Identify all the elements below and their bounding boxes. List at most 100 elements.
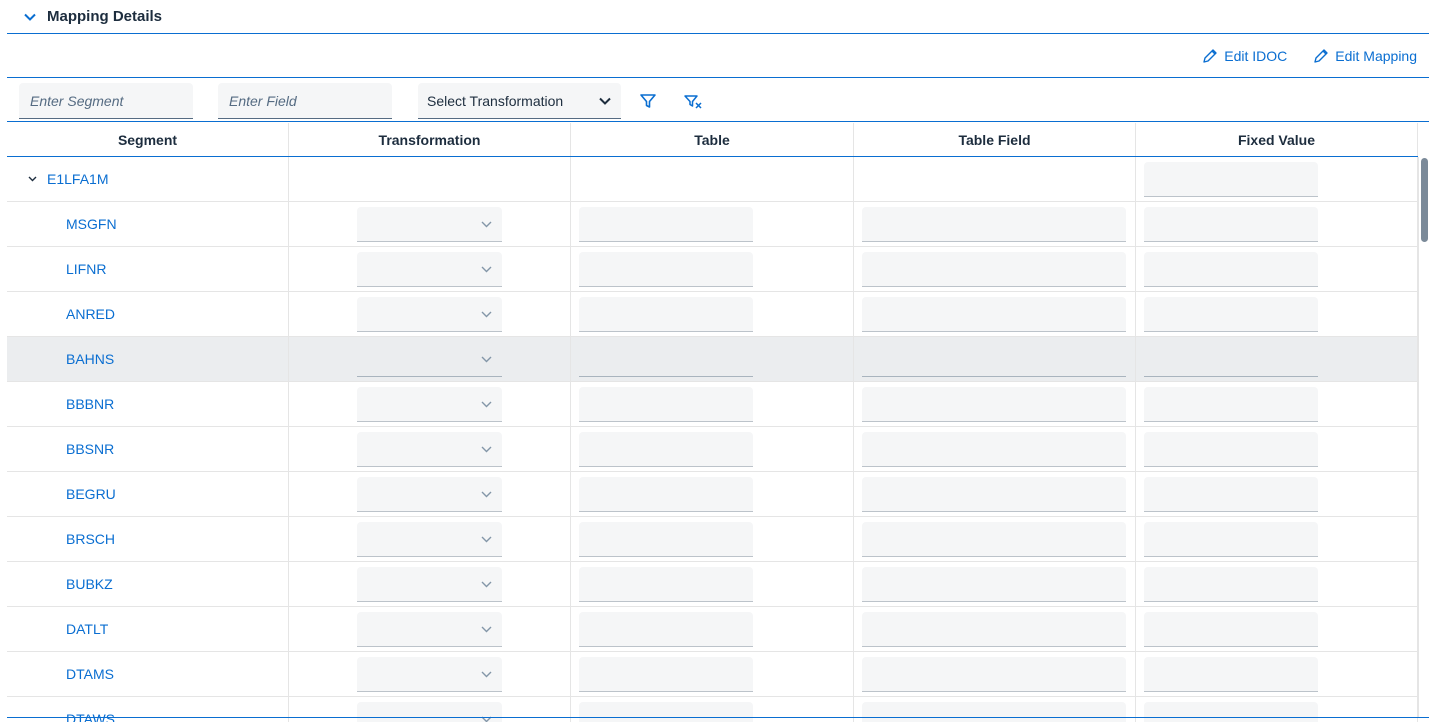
filter-icon[interactable] [638, 91, 658, 111]
fixed-value-input[interactable] [1144, 657, 1318, 692]
table-input[interactable] [579, 567, 753, 602]
table-field-input[interactable] [862, 342, 1126, 377]
field-link[interactable]: BRSCH [7, 531, 115, 547]
transformation-select[interactable] [357, 612, 502, 647]
table-input[interactable] [579, 387, 753, 422]
chevron-down-icon[interactable] [28, 176, 37, 182]
table-field-input[interactable] [862, 387, 1126, 422]
transformation-cell [289, 562, 571, 606]
field-link[interactable]: LIFNR [7, 261, 106, 277]
table-body: E1LFA1M MSGFN LIFNR ANRED BAHNS BBBNR BBSNR BE… [7, 157, 1418, 722]
table-field-input[interactable] [862, 297, 1126, 332]
table-row[interactable]: BBSNR [7, 427, 1418, 472]
table-row[interactable]: DTAWS [7, 697, 1418, 722]
transformation-select[interactable] [357, 702, 502, 722]
fixed-value-cell [1136, 607, 1418, 651]
table-field-input[interactable] [862, 522, 1126, 557]
table-field-input[interactable] [862, 567, 1126, 602]
transformation-select[interactable] [357, 387, 502, 422]
transformation-cell [289, 337, 571, 381]
column-header-table-field[interactable]: Table Field [854, 123, 1136, 156]
fixed-value-input[interactable] [1144, 207, 1318, 242]
edit-mapping-button[interactable]: Edit Mapping [1313, 48, 1417, 64]
transformation-select[interactable] [357, 657, 502, 692]
fixed-value-input[interactable] [1144, 522, 1318, 557]
table-field-input[interactable] [862, 252, 1126, 287]
fixed-value-input[interactable] [1144, 702, 1318, 722]
table-field-input[interactable] [862, 432, 1126, 467]
table-input[interactable] [579, 612, 753, 647]
table-input[interactable] [579, 477, 753, 512]
fixed-value-input[interactable] [1144, 432, 1318, 467]
clear-filter-icon[interactable] [683, 91, 703, 111]
table-bottom-border [7, 717, 1429, 718]
field-link[interactable]: BEGRU [7, 486, 116, 502]
field-link[interactable]: BAHNS [7, 351, 114, 367]
table-row[interactable]: BRSCH [7, 517, 1418, 562]
table-row[interactable]: MSGFN [7, 202, 1418, 247]
transformation-select[interactable] [357, 297, 502, 332]
field-filter-input[interactable] [218, 83, 392, 119]
table-input[interactable] [579, 297, 753, 332]
transformation-select[interactable] [357, 567, 502, 602]
table-field-input[interactable] [862, 657, 1126, 692]
edit-idoc-button[interactable]: Edit IDOC [1202, 48, 1287, 64]
table-input[interactable] [579, 207, 753, 242]
field-link[interactable]: DTAMS [7, 666, 114, 682]
table-input[interactable] [579, 657, 753, 692]
field-link[interactable]: BUBKZ [7, 576, 113, 592]
table-row-parent[interactable]: E1LFA1M [7, 157, 1418, 202]
table-cell [571, 517, 854, 561]
mapping-details-header[interactable]: Mapping Details [7, 0, 1429, 34]
field-link[interactable]: ANRED [7, 306, 115, 322]
table-field-input[interactable] [862, 612, 1126, 647]
table-row[interactable]: DATLT [7, 607, 1418, 652]
fixed-value-input[interactable] [1144, 567, 1318, 602]
fixed-value-input[interactable] [1144, 162, 1318, 197]
transformation-filter-select[interactable]: Select Transformation [418, 83, 621, 119]
table-field-input[interactable] [862, 207, 1126, 242]
column-header-fixed-value[interactable]: Fixed Value [1136, 123, 1418, 156]
transformation-select[interactable] [357, 342, 502, 377]
table-field-input[interactable] [862, 702, 1126, 722]
table-input[interactable] [579, 432, 753, 467]
fixed-value-input[interactable] [1144, 342, 1318, 377]
transformation-select[interactable] [357, 252, 502, 287]
chevron-down-icon [481, 350, 492, 368]
table-row[interactable]: BEGRU [7, 472, 1418, 517]
fixed-value-cell [1136, 472, 1418, 516]
fixed-value-input[interactable] [1144, 612, 1318, 647]
table-row[interactable]: LIFNR [7, 247, 1418, 292]
table-input[interactable] [579, 522, 753, 557]
column-header-segment[interactable]: Segment [7, 123, 289, 156]
scrollbar-thumb[interactable] [1421, 158, 1428, 242]
segment-cell: BAHNS [7, 337, 289, 381]
chevron-down-icon[interactable] [23, 10, 37, 24]
fixed-value-input[interactable] [1144, 387, 1318, 422]
table-input[interactable] [579, 252, 753, 287]
field-link[interactable]: BBSNR [7, 441, 114, 457]
transformation-select[interactable] [357, 522, 502, 557]
table-row[interactable]: BUBKZ [7, 562, 1418, 607]
table-input[interactable] [579, 702, 753, 722]
parent-segment-link[interactable]: E1LFA1M [7, 171, 108, 187]
field-link[interactable]: DATLT [7, 621, 108, 637]
transformation-select[interactable] [357, 207, 502, 242]
column-header-transformation[interactable]: Transformation [289, 123, 571, 156]
fixed-value-input[interactable] [1144, 252, 1318, 287]
fixed-value-input[interactable] [1144, 477, 1318, 512]
transformation-select[interactable] [357, 477, 502, 512]
table-field-input[interactable] [862, 477, 1126, 512]
segment-filter-input[interactable] [19, 83, 193, 119]
table-row[interactable]: DTAMS [7, 652, 1418, 697]
table-row[interactable]: ANRED [7, 292, 1418, 337]
transformation-select[interactable] [357, 432, 502, 467]
fixed-value-input[interactable] [1144, 297, 1318, 332]
table-input[interactable] [579, 342, 753, 377]
table-row[interactable]: BBBNR [7, 382, 1418, 427]
column-header-table[interactable]: Table [571, 123, 854, 156]
table-row[interactable]: BAHNS [7, 337, 1418, 382]
field-link[interactable]: BBBNR [7, 396, 114, 412]
parent-segment-label: E1LFA1M [47, 171, 109, 187]
field-link[interactable]: MSGFN [7, 216, 117, 232]
